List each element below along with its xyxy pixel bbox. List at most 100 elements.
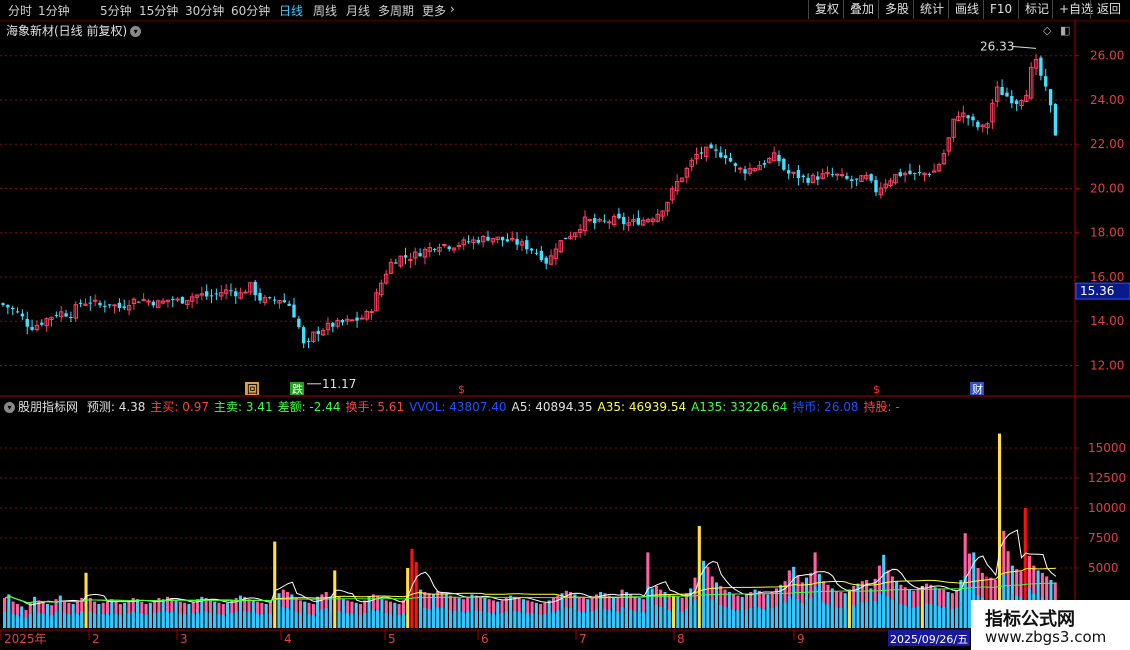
volume-bar-inner [526,612,530,628]
volume-bar-inner [509,610,513,628]
volume-bar-inner [899,604,903,628]
indicator-value-6: A5: 40894.35 [511,400,593,414]
volume-bar-inner [436,607,440,628]
volume-bar-inner [341,612,345,628]
candle-body [92,299,98,302]
candle-body [1000,86,1004,96]
volume-bar-inner [667,609,671,628]
volume-bar-inner [427,608,431,628]
volume-bar-inner [496,613,500,628]
volume-bar-inner [633,610,637,628]
volume-bar-inner [247,612,251,628]
x-tick-label: 3 [180,632,188,646]
candle-body [69,316,73,318]
low-label: 11.17 [322,377,356,391]
candle-body [486,236,490,241]
candle-body [88,302,92,304]
volume-bar-inner [41,613,45,628]
volume-bar-inner [826,604,830,628]
volume-bar-inner [161,612,165,628]
volume-bar-inner [787,596,791,628]
volume-bar-inner [616,611,620,628]
volume-bar-inner [363,612,367,628]
candle-body [54,315,59,317]
candle-body [927,173,932,175]
volume-bar-inner [594,609,598,628]
candle-body [229,290,233,292]
indicator-value-9: 持币: 26.08 [792,400,859,414]
indicator-value-4: 换手: 5.61 [345,400,405,414]
watermark-url: www.zbgs3.com [985,628,1107,646]
volume-bar-inner [384,612,388,628]
candle-body [534,252,539,254]
volume-bar-inner [710,599,714,628]
volume-bar-inner [749,608,753,628]
candle-body [78,302,83,304]
candle-body [98,302,102,306]
volume-bar-inner [693,600,697,628]
volume-bar-inner [852,604,856,628]
volume-bar-inner [170,611,174,628]
volume-bar-inner [217,614,221,628]
volume-bar-inner [346,612,350,628]
volume-bar-inner [487,612,491,628]
candle-body [791,171,796,174]
candle-body [234,291,238,297]
candles [1,53,1058,349]
volume-bar-inner [123,614,127,628]
volume-bar-inner [534,614,538,628]
volume-bar-inner [140,613,144,628]
volume-bar-inner [929,604,933,628]
volume-bar-inner [470,609,474,628]
volume-bar-inner [822,602,826,628]
volume-bar-inner [337,610,341,628]
volume-bar-inner [324,608,328,628]
volume-bar-inner [551,611,556,628]
candle-body [515,239,519,245]
volume-bar-inner [937,606,942,628]
volume-bar-inner [281,606,285,628]
volume-bar-inner [809,597,813,628]
volume-bar-inner [603,608,607,628]
volume-bar-inner [397,614,401,628]
volume-bar-inner [895,602,899,628]
candle-body [40,322,44,325]
volume-bar-inner [916,606,920,628]
indicator-value-10: 持股: - [863,400,900,414]
candle-body [787,170,791,174]
volume-bar-inner [71,614,75,628]
volume-bar-inner [629,609,633,628]
candle-body [500,236,505,241]
volume-bar-inner [311,614,315,628]
candle-body [971,116,975,121]
volume-bar-inner [230,612,234,628]
site-watermark: 指标公式网 www.zbgs3.com [971,600,1130,650]
volume-bar-inner [290,609,294,628]
volume-bar-inner [350,613,354,628]
candle-body [966,115,970,119]
chevron-down-icon[interactable]: ▾ [4,402,15,413]
candle-body [602,220,607,222]
volume-bar-inner [54,612,58,628]
volume-bar-inner [702,591,706,628]
candle-body [839,174,845,177]
volume-bar-inner [539,614,543,628]
volume-bar-inner [234,611,238,628]
volume-bar-inner [732,609,736,628]
candle-body [796,169,801,178]
candle-body [432,248,437,250]
candle-body [719,152,723,158]
volume-bar-inner [213,613,217,628]
volume-bar-inner [380,612,384,628]
x-tick-label: 6 [481,632,489,646]
volume-bar [414,562,418,628]
volume-bar-inner [328,611,333,628]
volume-bar-inner [461,612,465,628]
high-arrow [1011,45,1037,49]
volume-bar-inner [933,605,937,628]
volume-bar-inner [153,612,157,628]
volume-bar-inner [20,616,24,628]
candle-body [1014,100,1019,105]
volume-bar-inner [7,609,11,628]
volume-bar-inner [294,611,298,628]
